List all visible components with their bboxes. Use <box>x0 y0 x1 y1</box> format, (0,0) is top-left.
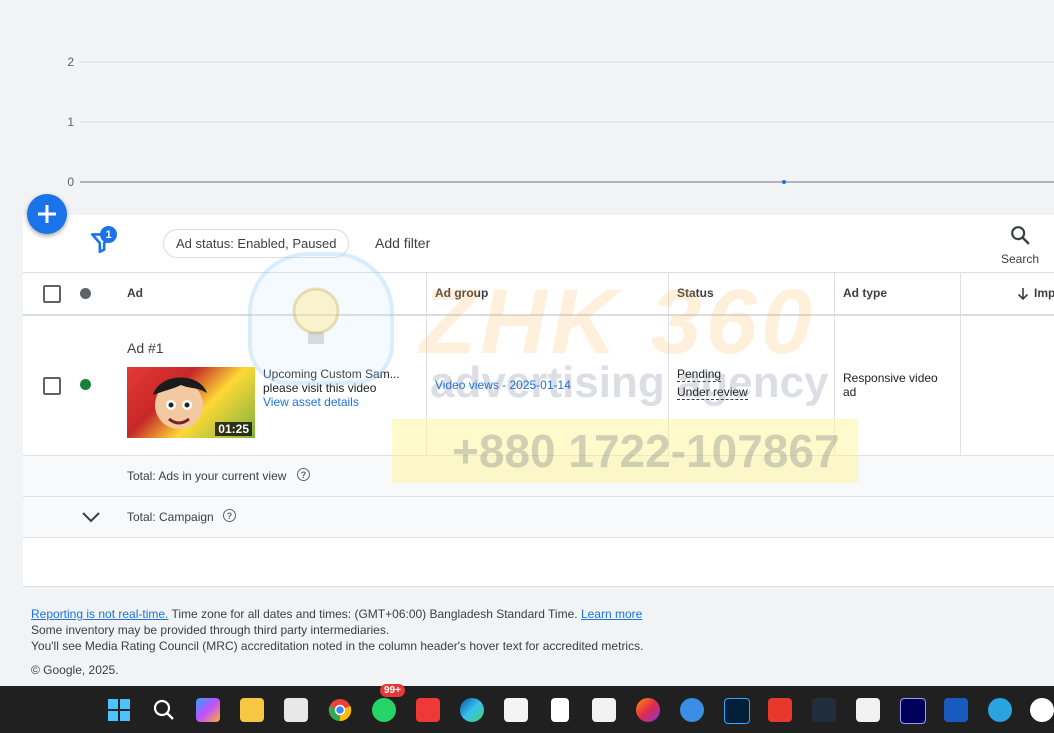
chart-data-point <box>782 180 786 184</box>
performance-chart: 2 1 0 <box>67 55 1054 189</box>
whatsapp-icon[interactable] <box>372 698 396 722</box>
ad-headline: Upcoming Custom Sam... <box>263 367 400 381</box>
search-label: Search <box>1000 252 1040 266</box>
sort-arrow-down-icon <box>1017 288 1029 301</box>
row-divider <box>23 455 1054 456</box>
table-header-row: Ad Ad group Status Ad type Imp <box>23 273 1054 316</box>
y-tick-label: 0 <box>67 175 74 189</box>
status-header-dot <box>80 288 91 299</box>
ad-description: please visit this video <box>263 381 377 395</box>
enabled-status-dot <box>80 379 91 390</box>
column-header-ad[interactable]: Ad <box>127 286 143 300</box>
row-divider <box>23 537 1054 538</box>
column-header-ad-group[interactable]: Ad group <box>435 286 488 300</box>
ads-table-card: 1 Ad status: Enabled, Paused Add filter … <box>23 215 1054 587</box>
select-all-checkbox[interactable] <box>43 285 61 303</box>
anydesk-icon[interactable] <box>768 698 792 722</box>
column-header-impressions[interactable]: Imp <box>1034 286 1054 300</box>
plus-icon <box>38 205 56 223</box>
filmora-icon[interactable] <box>812 698 836 722</box>
total-campaign-row: Total: Campaign ? <box>23 497 1054 537</box>
sync-app-icon[interactable] <box>680 698 704 722</box>
capcut-icon[interactable] <box>592 698 616 722</box>
edge-icon[interactable] <box>460 698 484 722</box>
status-pending[interactable]: Pending <box>677 367 722 382</box>
windows-taskbar: 99+ <box>0 684 1054 733</box>
total-campaign-label: Total: Campaign <box>127 510 214 524</box>
add-filter-button[interactable]: Add filter <box>375 235 430 251</box>
chrome-icon[interactable] <box>328 698 352 722</box>
create-button[interactable] <box>27 194 67 234</box>
capcut-icon[interactable] <box>856 698 880 722</box>
help-icon[interactable]: ? <box>223 509 236 522</box>
footer-copyright: © Google, 2025. <box>31 663 119 677</box>
notepad-icon[interactable] <box>551 698 569 722</box>
footer-line-1: Reporting is not real-time. Time zone fo… <box>31 606 643 622</box>
telegram-icon[interactable] <box>988 698 1012 722</box>
page-footer: Reporting is not real-time. Time zone fo… <box>31 606 643 678</box>
footer-line-2: Some inventory may be provided through t… <box>31 623 390 637</box>
reporting-not-realtime-link[interactable]: Reporting is not real-time. <box>31 607 168 621</box>
ad-type-line2: ad <box>843 385 857 399</box>
copilot-icon[interactable] <box>196 698 220 722</box>
filter-count-badge: 1 <box>100 226 117 243</box>
video-thumbnail[interactable]: 01:25 <box>127 367 255 438</box>
ad-group-link[interactable]: Video views - 2025-01-14 <box>435 378 571 392</box>
search-button[interactable]: Search <box>995 224 1045 268</box>
vivaldi-icon[interactable] <box>416 698 440 722</box>
video-duration: 01:25 <box>215 422 252 436</box>
chevron-down-icon[interactable] <box>81 510 101 524</box>
search-icon[interactable] <box>152 698 176 722</box>
whatsapp-unread-badge: 99+ <box>380 684 405 697</box>
ad-type-line1: Responsive video <box>843 371 938 385</box>
filter-bar: 1 Ad status: Enabled, Paused Add filter … <box>23 215 1054 273</box>
search-icon <box>1011 226 1030 245</box>
total-current-view-label: Total: Ads in your current view <box>127 469 287 483</box>
column-header-status[interactable]: Status <box>677 286 714 300</box>
help-icon[interactable]: ? <box>297 468 310 481</box>
learn-more-link[interactable]: Learn more <box>581 607 642 621</box>
microsoft-store-icon[interactable] <box>504 698 528 722</box>
view-asset-details-link[interactable]: View asset details <box>263 395 359 409</box>
total-current-view-row: Total: Ads in your current view ? <box>23 456 1054 496</box>
snipping-tool-icon[interactable] <box>284 698 308 722</box>
file-explorer-icon[interactable] <box>240 698 264 722</box>
word-icon[interactable] <box>944 698 968 722</box>
windows-start-icon[interactable] <box>107 698 131 722</box>
premiere-pro-icon[interactable] <box>900 698 926 724</box>
timezone-text: Time zone for all dates and times: (GMT+… <box>168 607 581 621</box>
status-under-review[interactable]: Under review <box>677 385 748 400</box>
column-header-ad-type[interactable]: Ad type <box>843 286 887 300</box>
accessibility-app-icon[interactable] <box>1030 698 1054 722</box>
y-tick-label: 1 <box>67 115 74 129</box>
ad-status-filter-chip[interactable]: Ad status: Enabled, Paused <box>163 229 350 258</box>
firefox-icon[interactable] <box>636 698 660 722</box>
footer-line-3: You'll see Media Rating Council (MRC) ac… <box>31 639 644 653</box>
row-checkbox[interactable] <box>43 377 61 395</box>
y-tick-label: 2 <box>67 55 74 69</box>
ad-title: Ad #1 <box>127 340 164 356</box>
photoshop-icon[interactable] <box>724 698 750 724</box>
